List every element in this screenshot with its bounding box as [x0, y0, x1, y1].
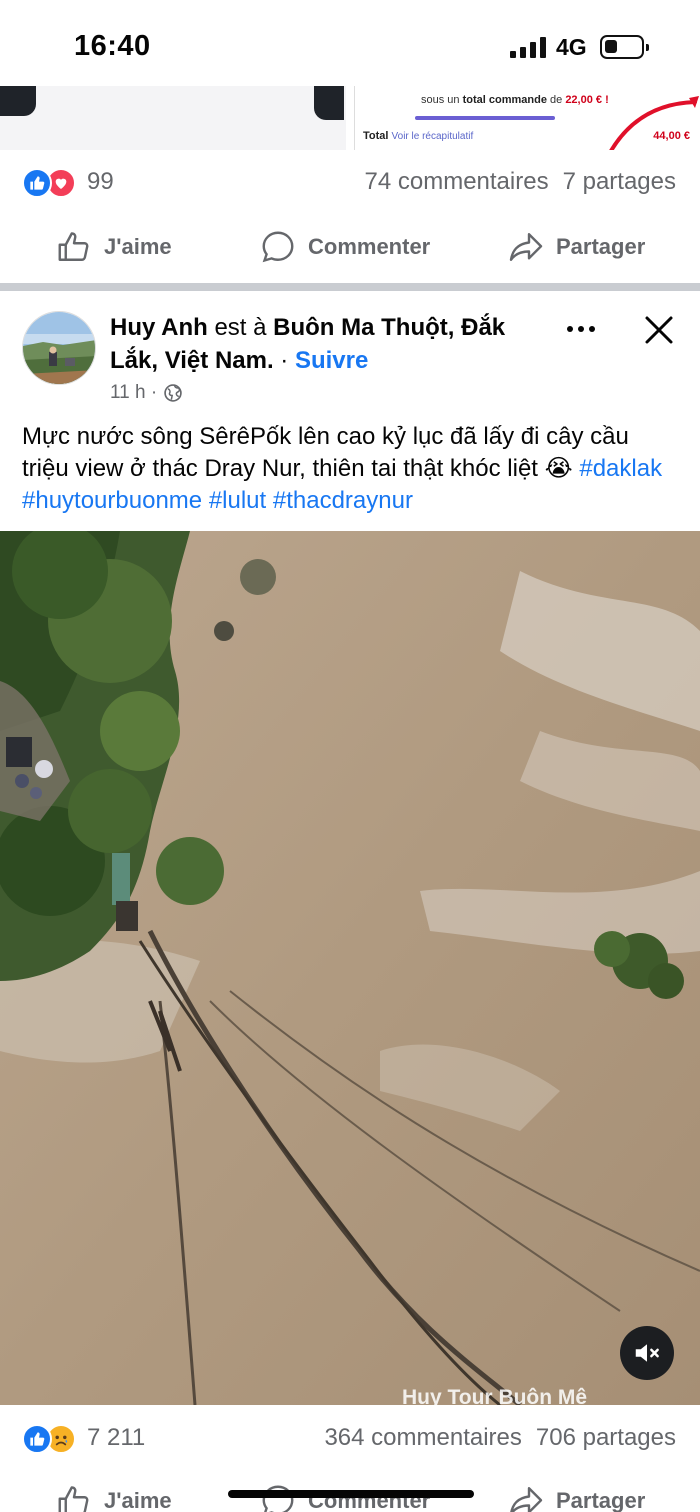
mute-button[interactable] — [620, 1326, 674, 1380]
previous-post-reactions[interactable]: 99 74 commentaires 7 partages — [0, 164, 700, 204]
comments-count[interactable]: 74 commentaires — [365, 168, 549, 195]
share-icon — [509, 233, 543, 261]
post-meta: 11 h · — [110, 382, 183, 404]
post-reactions[interactable]: 7 211 364 commentaires 706 partages — [0, 1420, 700, 1460]
hashtag-daklak[interactable]: #daklak — [579, 455, 662, 482]
battery-icon — [600, 35, 649, 59]
more-icon — [567, 326, 573, 332]
flood-video-frame — [0, 531, 700, 1405]
like-icon — [22, 168, 52, 198]
follow-button[interactable]: Suivre — [295, 347, 368, 374]
avatar[interactable] — [22, 311, 96, 385]
post-divider — [0, 283, 700, 291]
more-button[interactable] — [562, 314, 600, 344]
like-icon — [22, 1424, 52, 1454]
signal-icon — [510, 36, 548, 58]
like-icon — [58, 1486, 89, 1512]
share-button[interactable]: Partager — [508, 220, 645, 274]
comment-icon — [262, 231, 294, 263]
shares-count[interactable]: 7 partages — [563, 168, 676, 195]
red-arc-annotation — [609, 96, 699, 150]
share-button[interactable]: Partager — [508, 1474, 645, 1512]
globe-icon — [164, 384, 182, 402]
previous-post-image-right: sous un total commande de 22,00 € ! Tota… — [354, 86, 700, 150]
hashtag-thacdraynur[interactable]: #thacdraynur — [273, 487, 413, 514]
mute-icon — [635, 1344, 659, 1362]
crying-emoji: 😭 — [544, 455, 573, 482]
home-indicator[interactable] — [228, 1490, 474, 1498]
network-type: 4G — [556, 34, 587, 60]
reaction-count[interactable]: 7 211 — [87, 1424, 145, 1452]
comment-button[interactable]: Commenter — [260, 220, 430, 274]
like-icon — [58, 232, 89, 261]
reaction-count[interactable]: 99 — [87, 168, 114, 196]
ad-total: Total Voir le récapitulatif — [363, 130, 474, 142]
ad-line: sous un total commande de 22,00 € ! — [421, 94, 609, 106]
post-time[interactable]: 11 h · — [110, 382, 157, 404]
post-video[interactable] — [0, 531, 700, 1405]
hashtag-huytourbuonme[interactable]: #huytourbuonme — [22, 487, 202, 514]
previous-post-media[interactable]: sous un total commande de 22,00 € ! Tota… — [0, 86, 700, 150]
shares-count[interactable]: 706 partages — [536, 1424, 676, 1451]
hashtag-lulut[interactable]: #lulut — [209, 487, 266, 514]
like-button[interactable]: J'aime — [56, 1474, 172, 1512]
share-icon — [510, 1487, 543, 1512]
author-name[interactable]: Huy Anh — [110, 314, 208, 341]
previous-post-actions: J'aime Commenter Partager — [0, 220, 700, 274]
close-icon[interactable] — [640, 311, 678, 349]
comments-count[interactable]: 364 commentaires — [324, 1424, 521, 1451]
previous-post-image-left — [0, 86, 346, 150]
like-button[interactable]: J'aime — [56, 220, 172, 274]
post-text: Mực nước sông SêrêPốk lên cao kỷ lục đã … — [22, 423, 663, 514]
video-watermark: Huy Tour Buôn Mê — [402, 1386, 588, 1409]
status-bar: 16:40 4G — [0, 0, 700, 86]
status-time: 16:40 — [74, 30, 151, 62]
post-header: Huy Anh est à Buôn Ma Thuột, Đắk Lắk, Vi… — [110, 314, 506, 374]
